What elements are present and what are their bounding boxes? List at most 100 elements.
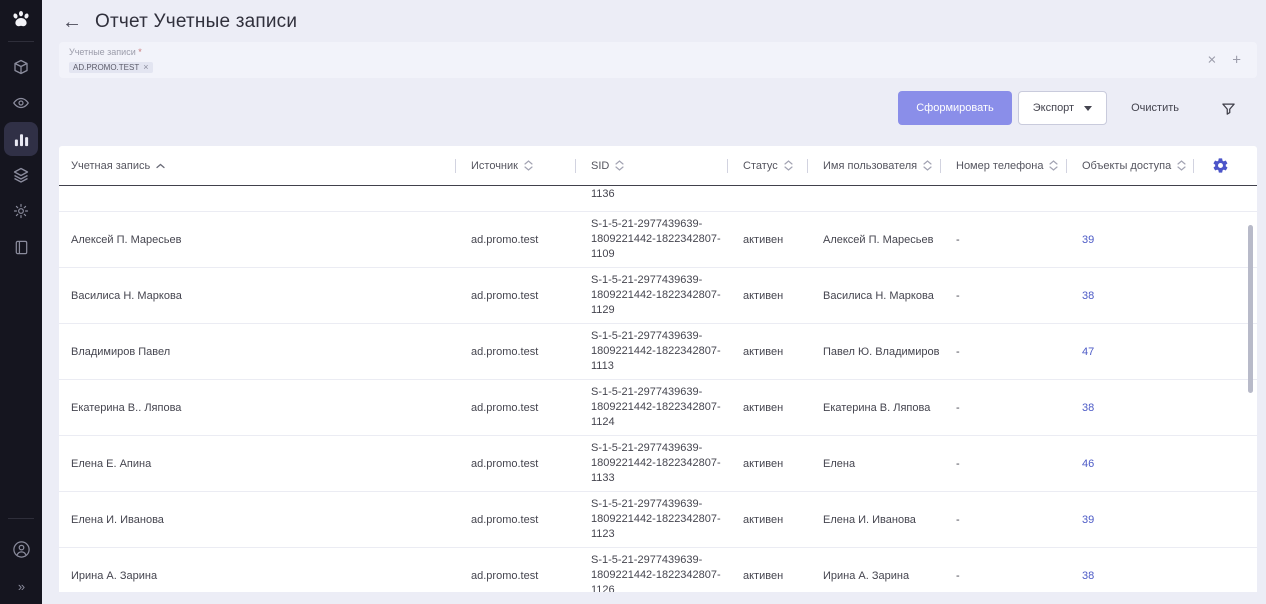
bar-chart-icon <box>13 131 30 148</box>
filter-add-icon[interactable]: + <box>1232 53 1241 68</box>
column-label: Учетная запись <box>71 159 151 172</box>
column-label: Объекты доступа <box>1082 159 1172 172</box>
sort-icon <box>615 160 624 171</box>
column-header[interactable]: Имя пользователя <box>807 146 940 185</box>
objects-link[interactable]: 38 <box>1082 402 1094 414</box>
column-header[interactable]: SID <box>575 146 727 185</box>
cell-source: ad.promo.test <box>471 289 539 302</box>
cell-username: Павел Ю. Владимиров <box>823 345 940 358</box>
cell-account: Ирина А. Зарина <box>71 569 158 582</box>
table-row[interactable]: Василиса Н. Маркова ad.promo.test S-1-5-… <box>59 268 1257 324</box>
sidebar-divider <box>8 41 34 42</box>
sidebar-divider <box>8 518 34 519</box>
objects-link[interactable]: 46 <box>1082 458 1094 470</box>
cell-sid: S-1-5-21-2977439639- 1809221442-18223428… <box>591 386 721 428</box>
cell-objects: 38 <box>1066 402 1193 414</box>
column-header[interactable]: Объекты доступа <box>1066 146 1193 185</box>
column-label: Источник <box>471 159 518 172</box>
cell-sid: S-1-5-21-2977439639- 1809221442-18223428… <box>591 554 721 592</box>
back-button[interactable]: ← <box>62 12 82 32</box>
chip-remove-icon[interactable]: × <box>143 63 148 72</box>
table-header: Учетная запись Источник SID Статус Имя п… <box>59 146 1257 186</box>
table-row[interactable]: Елена И. Иванова ad.promo.test S-1-5-21-… <box>59 492 1257 548</box>
cell-status: активен <box>743 569 784 582</box>
column-label: Имя пользователя <box>823 159 918 172</box>
cell-sid: S-1-5-21-2977439639- 1809221442-18223428… <box>591 218 721 260</box>
objects-link[interactable]: 38 <box>1082 290 1094 302</box>
cell-sid: S-1-5-21-2977439639- 1809221442-18223428… <box>591 330 721 372</box>
cell-account: Василиса Н. Маркова <box>71 289 182 302</box>
objects-link[interactable]: 39 <box>1082 234 1094 246</box>
sidebar-item-objects[interactable] <box>4 50 38 84</box>
sidebar: » <box>0 0 42 604</box>
sidebar-item-user[interactable] <box>4 532 38 566</box>
export-button[interactable]: Экспорт <box>1017 91 1108 125</box>
table-scrollbar-thumb[interactable] <box>1248 225 1253 393</box>
user-icon <box>12 540 31 559</box>
cell-phone: - <box>956 457 960 470</box>
gear-icon <box>12 202 30 220</box>
column-header[interactable]: Статус <box>727 146 807 185</box>
table-row[interactable]: 1136 <box>59 186 1257 212</box>
sort-asc-icon <box>156 163 165 169</box>
cell-username: Ирина А. Зарина <box>823 569 910 582</box>
cell-source: ad.promo.test <box>471 233 539 246</box>
sidebar-item-docs[interactable] <box>4 230 38 264</box>
filter-chip[interactable]: AD.PROMO.TEST × <box>69 62 153 73</box>
table-row[interactable]: Елена Е. Апина ad.promo.test S-1-5-21-29… <box>59 436 1257 492</box>
cell-account: Алексей П. Маресьев <box>71 233 182 246</box>
paw-logo <box>7 6 35 34</box>
cell-status: активен <box>743 401 784 414</box>
cell-status: активен <box>743 345 784 358</box>
column-label: Статус <box>743 159 778 172</box>
cell-username: Екатерина В. Ляпова <box>823 401 931 414</box>
sort-icon <box>1049 160 1059 171</box>
cell-account <box>59 186 455 187</box>
filter-clear-icon[interactable]: × <box>1207 53 1216 68</box>
accounts-table: Учетная запись Источник SID Статус Имя п… <box>59 146 1257 592</box>
layers-icon <box>12 166 30 184</box>
cell-phone <box>940 186 1066 187</box>
cell-username <box>807 186 940 187</box>
objects-link[interactable]: 39 <box>1082 514 1094 526</box>
table-row[interactable]: Владимиров Павел ad.promo.test S-1-5-21-… <box>59 324 1257 380</box>
cell-username: Елена <box>823 457 856 470</box>
cell-sid: S-1-5-21-2977439639- 1809221442-18223428… <box>591 274 721 316</box>
toolbar: Сформировать Экспорт Очистить <box>59 91 1236 125</box>
cell-phone: - <box>956 289 960 302</box>
cell-objects: 38 <box>1066 570 1193 582</box>
cell-phone: - <box>956 569 960 582</box>
cell-username: Алексей П. Маресьев <box>823 233 934 246</box>
table-row[interactable]: Екатерина В.. Ляпова ad.promo.test S-1-5… <box>59 380 1257 436</box>
cell-account: Екатерина В.. Ляпова <box>71 401 182 414</box>
objects-link[interactable]: 47 <box>1082 346 1094 358</box>
cell-status: активен <box>743 289 784 302</box>
table-body: 1136 Алексей П. Маресьев ad.promo.test S… <box>59 186 1257 592</box>
export-label: Экспорт <box>1032 102 1075 114</box>
sort-icon <box>1177 160 1186 171</box>
cell-phone: - <box>956 345 960 358</box>
filter-funnel-icon[interactable] <box>1221 101 1236 116</box>
sidebar-item-reports[interactable] <box>4 122 38 156</box>
objects-link[interactable]: 38 <box>1082 570 1094 582</box>
clear-button[interactable]: Очистить <box>1131 102 1179 114</box>
generate-button[interactable]: Сформировать <box>898 91 1012 125</box>
sidebar-item-monitoring[interactable] <box>4 86 38 120</box>
sort-icon <box>923 160 932 171</box>
filter-label: Учетные записи * <box>69 47 142 57</box>
book-icon <box>13 239 30 256</box>
table-row[interactable]: Алексей П. Маресьев ad.promo.test S-1-5-… <box>59 212 1257 268</box>
cell-objects: 46 <box>1066 458 1193 470</box>
sort-icon <box>784 160 793 171</box>
column-header[interactable]: Источник <box>455 146 575 185</box>
sidebar-expand-button[interactable]: » <box>18 579 25 594</box>
column-label: SID <box>591 159 610 172</box>
column-header[interactable]: Учетная запись <box>59 146 455 185</box>
table-row[interactable]: Ирина А. Зарина ad.promo.test S-1-5-21-2… <box>59 548 1257 592</box>
sidebar-item-settings[interactable] <box>4 194 38 228</box>
column-settings-button[interactable] <box>1193 146 1257 185</box>
column-header[interactable]: Номер телефона <box>940 146 1066 185</box>
sidebar-item-layers[interactable] <box>4 158 38 192</box>
accounts-filter-field[interactable]: Учетные записи * AD.PROMO.TEST × × + <box>59 42 1257 78</box>
cell-sid: S-1-5-21-2977439639- 1809221442-18223428… <box>591 498 721 540</box>
